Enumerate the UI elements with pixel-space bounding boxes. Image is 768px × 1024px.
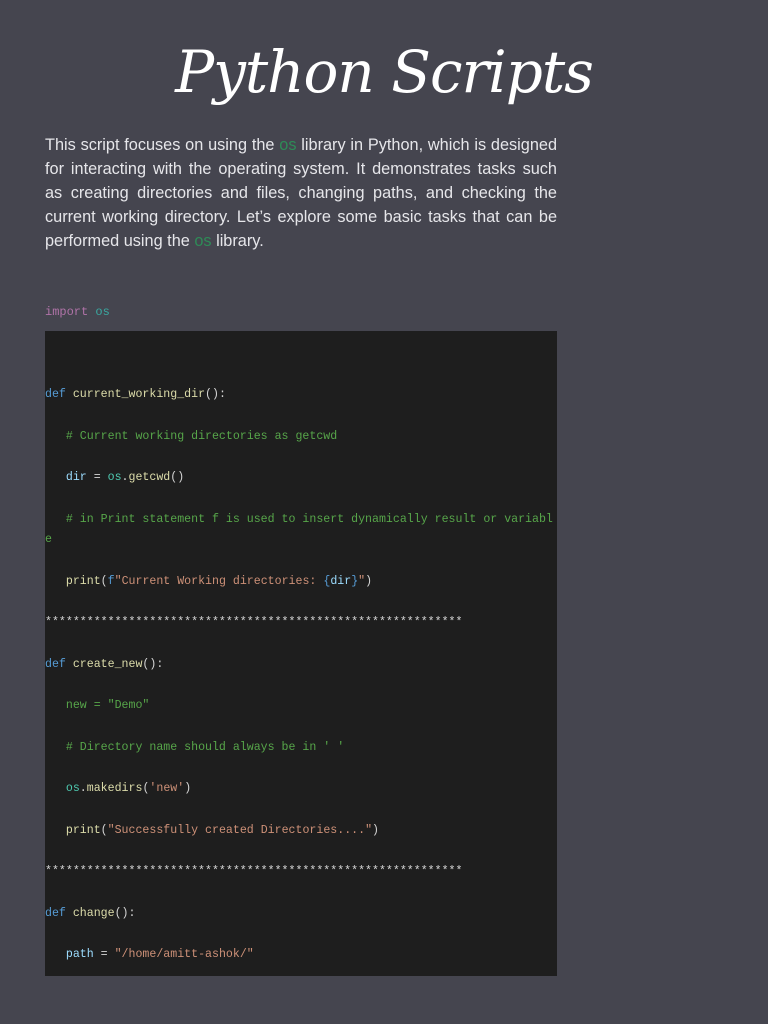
code-line: def change(): [45, 904, 557, 925]
code-block: def current_working_dir(): # Current wor… [45, 331, 557, 976]
code-line: # Directory name should always be in ' ' [45, 738, 557, 759]
code-token: . [121, 471, 129, 484]
code-line: # in Print statement f is used to insert… [45, 510, 557, 552]
code-token: ****************************************… [45, 616, 463, 630]
code-token: . [79, 782, 87, 796]
code-line: # Current working directories as getcwd [45, 427, 557, 448]
intro-text: library. [211, 232, 264, 250]
code-token: "Current Working directories: [114, 574, 324, 588]
code-line: os.makedirs('new') [45, 779, 557, 800]
code-token: ) [184, 782, 192, 796]
import-statement: import os [45, 305, 110, 319]
code-token: "Successfully created Directories...." [107, 823, 373, 837]
code-token: = [93, 948, 115, 962]
code-token: os [65, 782, 80, 796]
intro-paragraph: This script focuses on using the os libr… [45, 133, 557, 253]
code-line: new = "Demo" [45, 696, 557, 717]
page-title: Python Scripts [175, 38, 594, 106]
code-token: change [72, 906, 115, 920]
code-token: makedirs [86, 782, 143, 796]
code-token: print [65, 574, 101, 588]
code-token: getcwd [128, 471, 171, 484]
code-token: ****************************************… [45, 865, 463, 879]
code-token: = [86, 471, 108, 484]
code-token: dir [330, 574, 352, 588]
code-token: os [107, 471, 122, 484]
code-token: ) [365, 574, 373, 588]
code-token: new = "Demo" [45, 699, 150, 713]
code-line: ****************************************… [45, 862, 557, 883]
os-highlight: os [194, 232, 212, 250]
code-token: 'new' [149, 782, 185, 796]
code-token: "/home/amitt-ashok/" [114, 948, 254, 962]
code-token: dir [65, 471, 87, 484]
os-highlight: os [279, 136, 297, 154]
code-line: print(f"Current Working directories: {di… [45, 572, 557, 593]
code-token: f [107, 574, 115, 588]
code-token: (): [114, 906, 136, 920]
code-line: dir = os.getcwd() [45, 468, 557, 489]
code-token: # Directory name should always be in ' ' [45, 740, 345, 754]
code-token: def [45, 906, 66, 920]
code-token: create_new [72, 657, 143, 671]
code-line: path = "/home/amitt-ashok/" [45, 945, 557, 966]
import-module: os [95, 305, 110, 319]
code-token: ( [100, 574, 108, 588]
code-token: (): [205, 388, 226, 401]
code-token: ( [100, 823, 108, 837]
code-line: ****************************************… [45, 613, 557, 634]
code-token: print [65, 823, 101, 837]
code-token: (): [142, 657, 164, 671]
code-line: def current_working_dir(): [45, 385, 557, 406]
code-token: def [45, 388, 66, 401]
code-token: # Current working directories as getcwd [45, 429, 338, 443]
code-line: print("Successfully created Directories.… [45, 821, 557, 842]
code-token: def [45, 657, 66, 671]
code-token: () [170, 471, 185, 484]
import-keyword: import [45, 305, 89, 319]
code-token: # in Print statement f is used to insert… [45, 512, 553, 547]
code-content: def current_working_dir(): # Current wor… [45, 331, 557, 966]
intro-text: This script focuses on using the [45, 136, 280, 154]
code-token: current_working_dir [72, 388, 206, 401]
code-token: path [65, 948, 94, 962]
code-token: ) [372, 823, 379, 837]
code-line: def create_new(): [45, 655, 557, 676]
